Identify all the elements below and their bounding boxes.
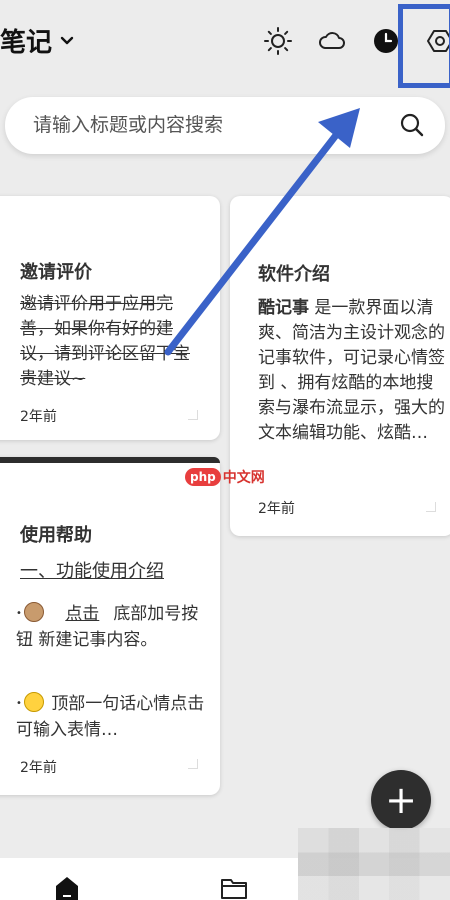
card-corner-mark bbox=[188, 410, 198, 420]
help-item-2: • 顶部一句话心情点击可输入表情… bbox=[16, 691, 206, 743]
smile-emoji-icon bbox=[23, 692, 44, 712]
settings-highlight-box bbox=[398, 4, 450, 88]
card-corner-mark bbox=[426, 502, 436, 512]
note-body: 邀请评价用于应用完善，如果你有好的建议，请到评论区留下宝贵建议~ bbox=[20, 294, 190, 389]
notebook-selector[interactable]: 笔记 bbox=[0, 22, 74, 59]
note-title: 使用帮助 bbox=[20, 525, 92, 546]
search-bar[interactable] bbox=[5, 97, 445, 154]
note-body: 酷记事 是一款界面以清爽、简洁为主设计观念的记事软件，可记录心情签到 、拥有炫酷… bbox=[258, 296, 450, 446]
card-corner-mark bbox=[188, 759, 198, 769]
page-title: 笔记 bbox=[0, 28, 53, 58]
chevron-down-icon bbox=[60, 36, 74, 44]
watermark-logo: php 中文网 bbox=[185, 465, 265, 489]
folder-icon[interactable] bbox=[220, 876, 248, 900]
search-icon[interactable] bbox=[398, 111, 426, 139]
note-date: 2年前 bbox=[258, 501, 295, 517]
pixelated-overlay bbox=[298, 828, 450, 900]
monkey-emoji-icon bbox=[23, 602, 44, 622]
note-title: 邀请评价 bbox=[20, 262, 92, 283]
watermark-text: 中文网 bbox=[222, 470, 265, 486]
help-link-click: 点击 bbox=[65, 604, 100, 624]
card-top-bar bbox=[0, 457, 220, 463]
search-input[interactable] bbox=[33, 111, 373, 139]
note-date: 2年前 bbox=[20, 409, 57, 425]
sun-icon[interactable] bbox=[263, 26, 293, 56]
watermark-badge: php bbox=[185, 468, 221, 486]
note-body-lead: 酷记事 bbox=[258, 298, 309, 318]
home-icon[interactable] bbox=[52, 876, 82, 900]
cloud-icon[interactable] bbox=[317, 26, 347, 56]
note-body-rest: 是一款界面以清爽、简洁为主设计观念的记事软件，可记录心情签到 、拥有炫酷的本地搜… bbox=[258, 298, 445, 443]
add-note-button[interactable]: + bbox=[371, 770, 431, 830]
bullet-dot-icon: • bbox=[16, 698, 22, 709]
help-item-1: • 点击 底部加号按钮 新建记事内容。 bbox=[16, 601, 206, 653]
note-date: 2年前 bbox=[20, 760, 57, 776]
clock-icon[interactable] bbox=[371, 26, 401, 56]
help-item-2-text: 顶部一句话心情点击可输入表情… bbox=[16, 694, 205, 740]
header: 笔记 bbox=[0, 0, 450, 88]
bullet-dot-icon: • bbox=[16, 608, 22, 619]
note-title: 软件介绍 bbox=[258, 264, 330, 285]
plus-icon: + bbox=[385, 778, 417, 822]
note-card-invite-review[interactable]: 邀请评价 邀请评价用于应用完善，如果你有好的建议，请到评论区留下宝贵建议~ 2年… bbox=[0, 196, 220, 440]
note-subheading: 一、功能使用介绍 bbox=[20, 561, 164, 582]
note-card-help[interactable]: 使用帮助 一、功能使用介绍 • 点击 底部加号按钮 新建记事内容。 • 顶部一句话… bbox=[0, 457, 220, 795]
